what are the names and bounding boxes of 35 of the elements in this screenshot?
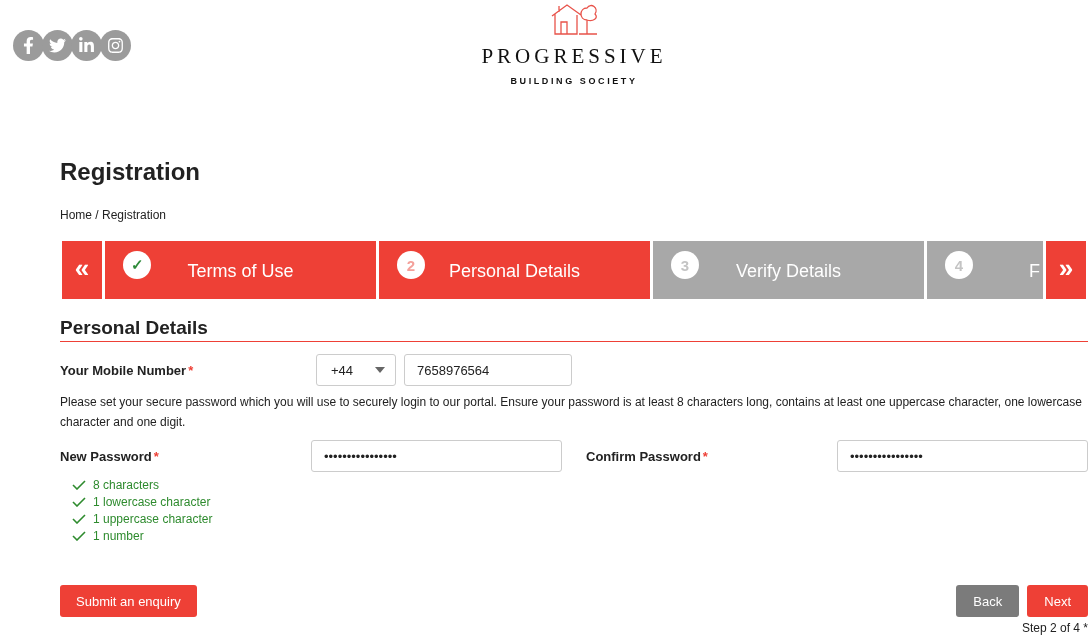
mobile-number-field[interactable]: 7658976564 — [404, 354, 572, 386]
password-instructions: Please set your secure password which you will use to securely login to our portal. Ensure your password is at least 8 characters long, contains at least one uppercase character, one lowercase character and one digit. — [60, 394, 1083, 431]
logo-tagline: BUILDING SOCIETY — [510, 76, 638, 86]
facebook-icon[interactable] — [13, 30, 44, 61]
step-number: 2 — [397, 251, 425, 279]
field-label: New Password* — [60, 448, 160, 464]
previous-step-button[interactable]: « — [62, 241, 102, 299]
field-label: Confirm Password* — [586, 448, 709, 464]
password-rule: 1 uppercase character — [93, 512, 213, 526]
country-code-select[interactable]: +44 — [316, 354, 396, 386]
step-tab[interactable]: 3 Verify Details — [653, 241, 924, 299]
password-rule: 8 characters — [93, 478, 160, 492]
step-number: ✓ — [123, 251, 151, 279]
new-password-field[interactable]: •••••••••••••••• — [311, 440, 562, 472]
password-rule: 1 lowercase character — [93, 495, 211, 509]
page-title: Registration — [60, 158, 201, 186]
step-number: 4 — [945, 251, 973, 279]
section-title: Personal Details — [60, 317, 1088, 342]
breadcrumb: Home / Registration — [60, 208, 168, 222]
next-button[interactable]: Next — [1027, 585, 1088, 617]
next-step-button[interactable]: » — [1046, 241, 1086, 299]
submit-enquiry-button[interactable]: Submit an enquiry — [60, 585, 197, 617]
confirm-password-field[interactable]: •••••••••••••••• — [837, 440, 1088, 472]
field-label: Your Mobile Number* — [60, 362, 195, 378]
password-rule: 1 number — [93, 529, 144, 543]
step-indicator: Step 2 of 4 * — [1021, 621, 1088, 635]
step-number: 3 — [671, 251, 699, 279]
caret-icon — [375, 367, 385, 373]
back-button[interactable]: Back — [956, 585, 1020, 617]
step-tab[interactable]: 4 F — [927, 241, 1043, 299]
house-tree-icon — [549, 2, 599, 38]
step-tab[interactable]: 2 Personal Details — [379, 241, 650, 299]
instagram-icon[interactable] — [100, 30, 131, 61]
step-tab[interactable]: ✓ Terms of Use — [105, 241, 376, 299]
logo-name: PROGRESSIVE — [481, 44, 667, 69]
